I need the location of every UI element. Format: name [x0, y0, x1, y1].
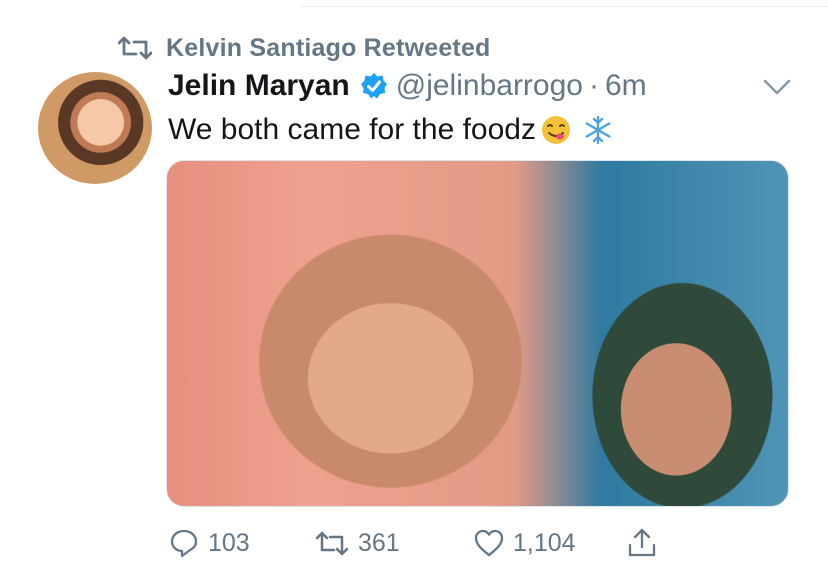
like-count: 1,104 [513, 528, 576, 557]
retweeted-by-row[interactable]: Kelvin Santiago Retweeted [118, 30, 491, 66]
author-avatar[interactable] [38, 72, 152, 184]
retweet-icon [315, 531, 349, 556]
yum-emoji-icon [541, 116, 570, 144]
header-separator: · [588, 69, 599, 102]
tweet-text: We both came for the foodz [168, 110, 614, 150]
tweet-timestamp[interactable]: 6m [605, 69, 647, 103]
tweet-actions: 103 361 1,104 [168, 522, 668, 564]
author-display-name[interactable]: Jelin Maryan [168, 69, 350, 103]
share-button[interactable] [626, 522, 666, 564]
like-icon [474, 529, 504, 557]
verified-badge-icon [360, 73, 387, 99]
chevron-down-icon[interactable] [761, 74, 793, 100]
tweet-header: Jelin Maryan @jelinbarrogo · 6m [168, 64, 647, 108]
tweet-photo[interactable] [166, 160, 789, 507]
snowflake-emoji-icon [585, 115, 611, 145]
retweet-count: 361 [358, 528, 400, 557]
like-button[interactable]: 1,104 [473, 522, 576, 564]
retweet-icon [118, 36, 152, 60]
top-divider [300, 6, 828, 7]
share-icon [628, 528, 656, 557]
reply-button[interactable]: 103 [168, 522, 250, 564]
tweet-body: We both came for the foodz [168, 113, 536, 146]
reply-icon [170, 529, 198, 558]
author-handle[interactable]: @jelinbarrogo [396, 69, 583, 103]
reply-count: 103 [208, 528, 250, 557]
retweeted-by-label: Kelvin Santiago Retweeted [166, 33, 491, 62]
retweet-button[interactable]: 361 [314, 522, 400, 564]
